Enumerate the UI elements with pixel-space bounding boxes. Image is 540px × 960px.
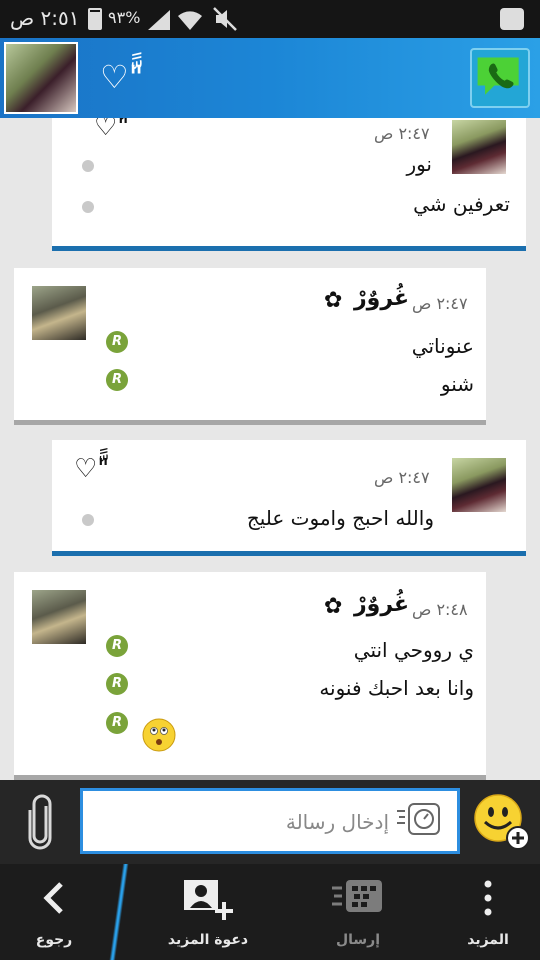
sender-name: غُروٌرْ xyxy=(354,286,410,311)
bbm-notification-icon xyxy=(500,8,524,30)
voice-call-button[interactable] xyxy=(470,48,530,108)
read-receipt-icon: R xyxy=(106,635,128,657)
add-contact-icon xyxy=(184,880,233,920)
chevron-left-icon xyxy=(43,882,63,914)
message-time: ٢:٤٨ ص xyxy=(412,600,468,619)
message-text: وانا بعد احبك فنونه xyxy=(319,676,474,700)
sender-avatar xyxy=(32,590,86,644)
message-input[interactable] xyxy=(89,799,389,845)
bottom-action-bar: رجوع دعوة المزيد إرسال المزيد xyxy=(0,864,540,960)
chat-thread[interactable]: ٢:٤٧ ص ♡"ًّ نور تعرفين شي ✿ غُروٌرْ ٢:٤٧… xyxy=(0,118,540,780)
message-text: والله احبج واموت عليج xyxy=(246,506,434,530)
sender-name: غُروٌرْ xyxy=(354,592,410,617)
more-label: المزيد xyxy=(467,932,509,948)
invite-more-button[interactable]: دعوة المزيد xyxy=(148,864,268,960)
send-button[interactable]: إرسال xyxy=(300,864,416,960)
read-receipt-icon: R xyxy=(106,369,128,391)
message-bubble[interactable]: ٢:٤٧ ص ♡"ًّ نور تعرفين شي xyxy=(52,118,526,251)
bbm-send-icon xyxy=(332,880,382,912)
message-text: ي رووحي انتي xyxy=(353,638,474,662)
signal-icon xyxy=(148,10,170,30)
message-text: نور xyxy=(406,152,432,176)
message-bubble[interactable]: ✿ غُروٌرْ ٢:٤٨ ص ي رووحي انتي R وانا بعد… xyxy=(14,572,486,780)
invite-label: دعوة المزيد xyxy=(167,932,249,948)
message-time: ٢:٤٧ ص xyxy=(412,294,468,313)
sender-name: ♡"ًّ xyxy=(94,118,130,142)
message-time: ٢:٤٧ ص xyxy=(374,468,430,487)
message-text: تعرفين شي xyxy=(413,192,510,216)
divider xyxy=(109,864,129,960)
delivery-status-icon xyxy=(82,514,94,526)
chat-header: ♡"ًّ xyxy=(0,38,540,118)
phone-chat-icon xyxy=(477,57,519,95)
message-bubble[interactable]: ٢:٤٧ ص ♡"ًّ والله احبج واموت عليج xyxy=(52,440,526,556)
flower-icon: ✿ xyxy=(324,288,343,313)
battery-percent: ٩٣% xyxy=(108,8,141,27)
delivery-status-icon xyxy=(82,160,94,172)
delivery-status-icon xyxy=(82,201,94,213)
sender-name: ♡"ًّ xyxy=(74,454,110,484)
more-button[interactable]: المزيد xyxy=(440,864,536,960)
read-receipt-icon: R xyxy=(106,712,128,734)
attach-icon[interactable] xyxy=(24,794,58,850)
message-time: ٢:٤٧ ص xyxy=(374,124,430,143)
emoticon-icon xyxy=(142,718,176,752)
message-input-box[interactable] xyxy=(80,788,460,854)
message-text: عنوناتي xyxy=(411,334,474,358)
sender-avatar xyxy=(452,458,506,512)
read-receipt-icon: R xyxy=(106,331,128,353)
battery-icon xyxy=(88,8,102,30)
back-label: رجوع xyxy=(35,932,73,948)
status-bar: ٢:٥١ ص ٩٣% xyxy=(0,0,540,38)
sender-avatar xyxy=(32,286,86,340)
read-receipt-icon: R xyxy=(106,673,128,695)
contact-name[interactable]: ♡"ًّ xyxy=(100,52,143,102)
sender-avatar xyxy=(452,120,506,174)
wifi-icon xyxy=(178,11,202,30)
status-time: ٢:٥١ ص xyxy=(10,6,80,30)
ping-icon[interactable] xyxy=(395,801,447,841)
send-label: إرسال xyxy=(335,932,381,948)
more-vertical-icon xyxy=(484,880,492,916)
composer-bar xyxy=(0,780,540,864)
message-text: شنو xyxy=(440,372,474,396)
contact-avatar[interactable] xyxy=(4,42,78,114)
flower-icon: ✿ xyxy=(324,594,343,619)
back-button[interactable]: رجوع xyxy=(0,864,108,960)
emoji-picker-icon[interactable] xyxy=(472,792,532,852)
mute-icon xyxy=(213,7,237,31)
message-bubble[interactable]: ✿ غُروٌرْ ٢:٤٧ ص عنوناتي R شنو R xyxy=(14,268,486,425)
